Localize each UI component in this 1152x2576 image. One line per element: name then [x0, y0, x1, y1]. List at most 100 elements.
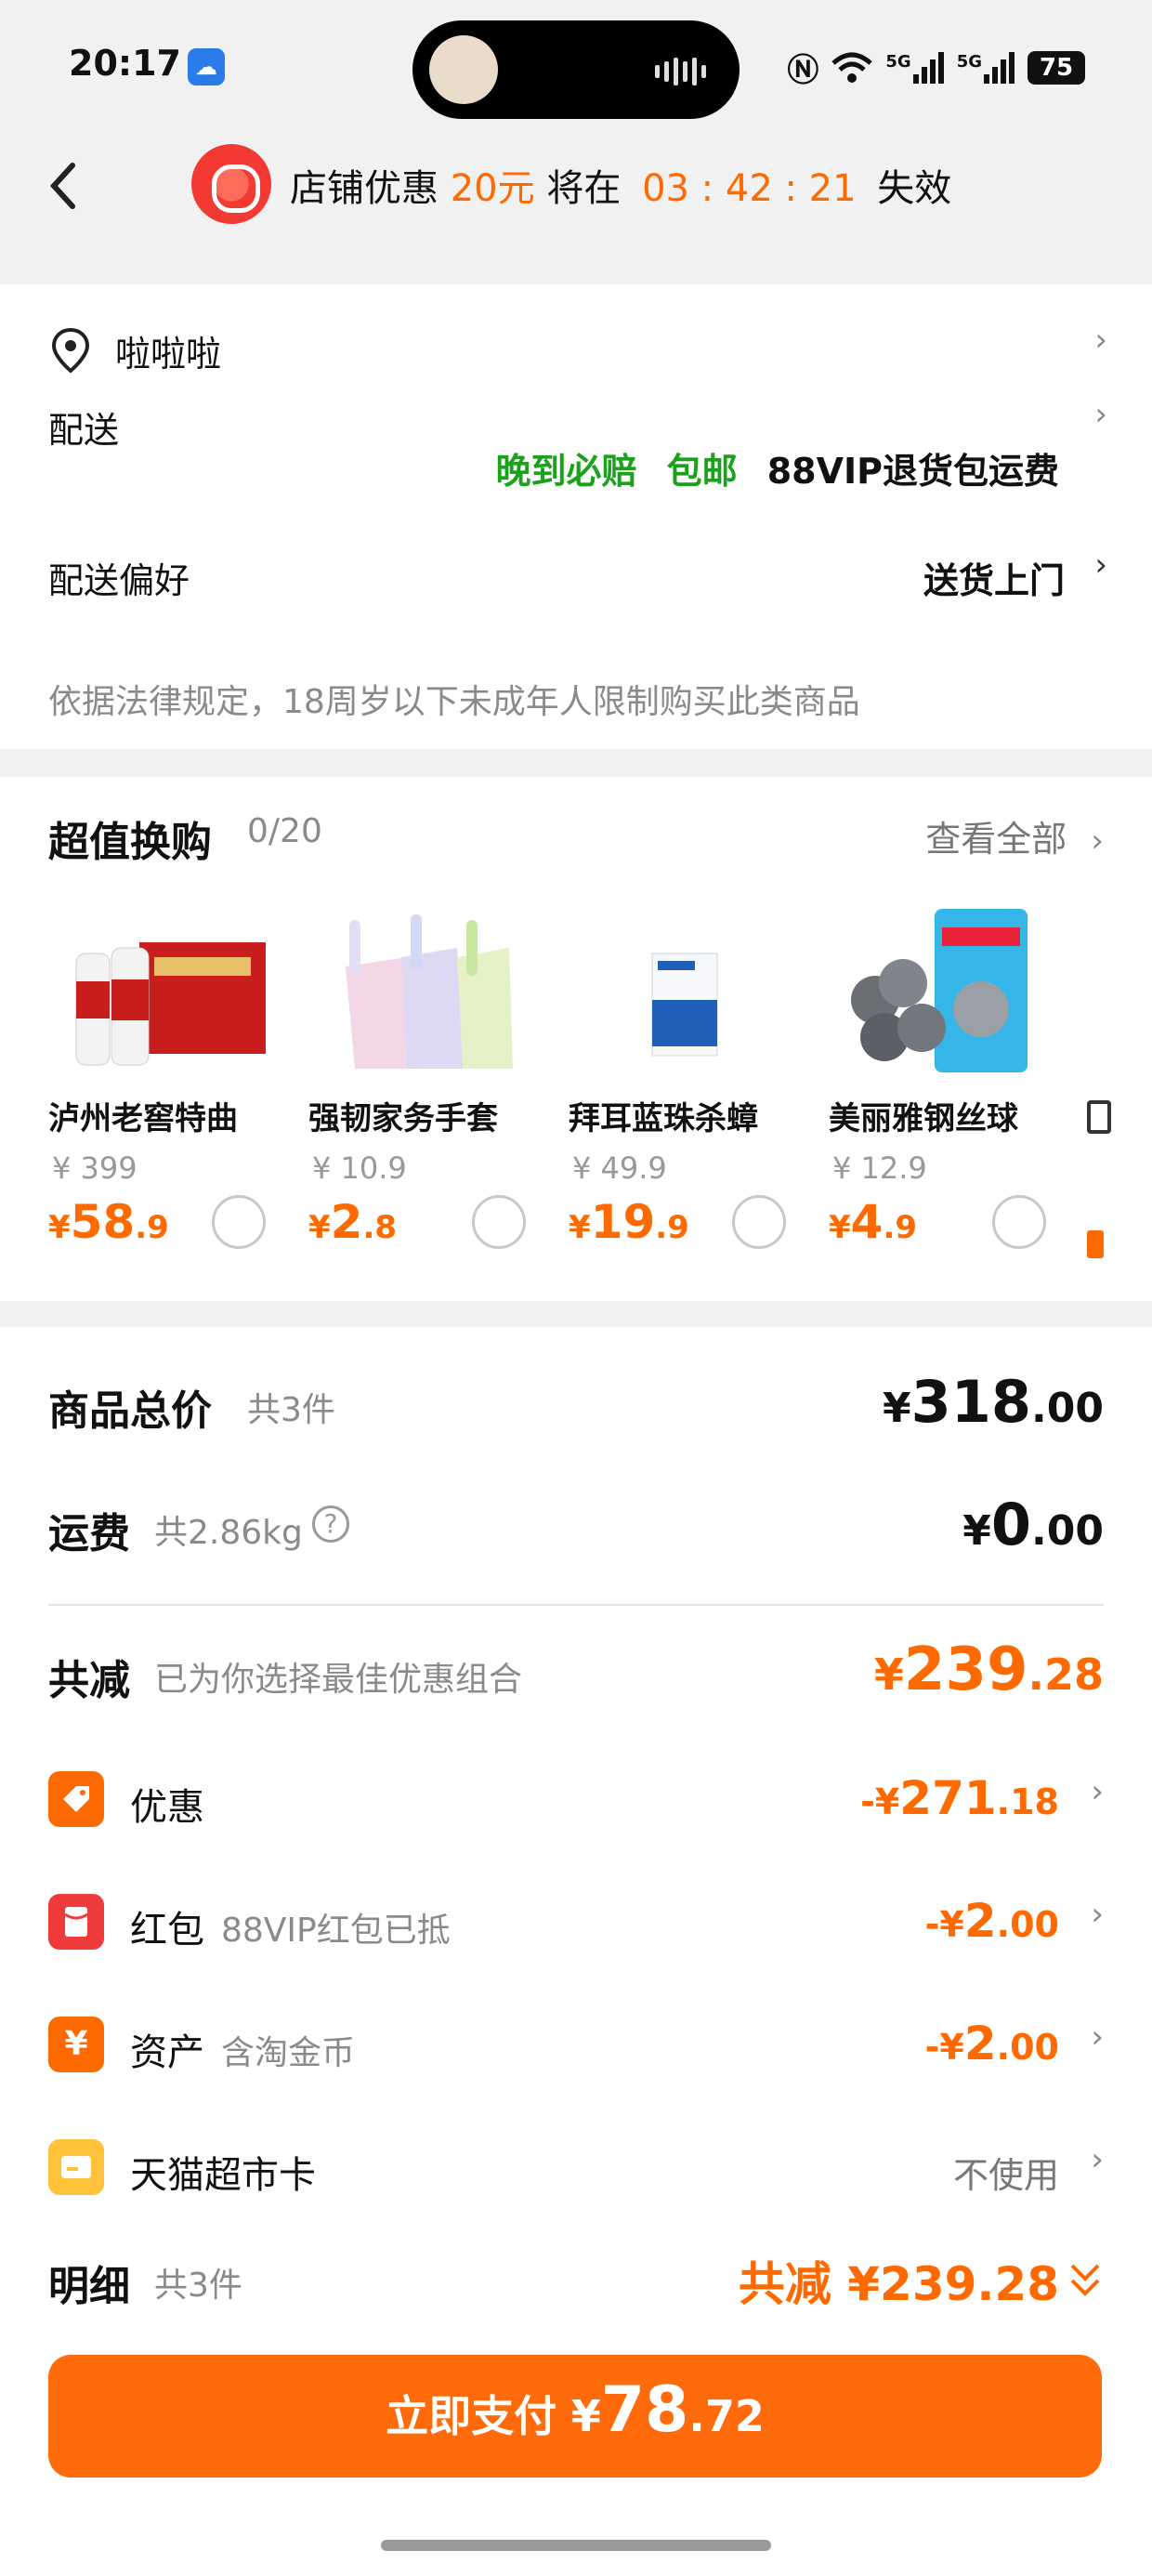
amount-prefix: -¥ [924, 1904, 964, 1945]
discount-label: 资产 [130, 2031, 204, 2074]
reduction-label: 共减 [48, 1657, 130, 1704]
audio-wave-icon [655, 58, 706, 85]
preference-value: 送货上门 [923, 560, 1065, 601]
gloves-product-image [346, 914, 513, 1069]
status-time: 20:17 [69, 43, 181, 84]
item-exchange-price: ¥58.9 [48, 1195, 169, 1249]
item-exchange-price: ¥2.8 [308, 1195, 397, 1249]
total-label: 商品总价 [48, 1387, 212, 1435]
home-indicator[interactable] [381, 2540, 771, 2551]
price-integer: 4 [850, 1195, 884, 1249]
price-decimal: .9 [655, 1209, 689, 1246]
price-currency: ¥ [48, 1209, 71, 1246]
battery-level: 75 [1028, 50, 1085, 85]
total-reduction-row: 共减 已为你选择最佳优惠组合 ¥239.28 [48, 1636, 1104, 1708]
signal-icon-1: 5G [885, 51, 944, 84]
pest-bait-product-image [651, 953, 718, 1057]
discount-note: 含淘金币 [221, 2034, 356, 2072]
item-name: 泸州老窖特曲 [48, 1100, 238, 1137]
amount-decimal: .00 [996, 2027, 1059, 2068]
shipping-currency: ¥ [962, 1507, 991, 1555]
detail-row[interactable]: 明细 共3件 共减 ¥239.28 [48, 2247, 1104, 2318]
chevron-right-icon: › [1094, 546, 1107, 584]
exchange-item-partial[interactable] [1087, 1093, 1152, 1279]
discount-label: 天猫超市卡 [130, 2154, 316, 2197]
pay-now-button[interactable]: 立即支付 ¥78.72 [48, 2355, 1102, 2477]
price-integer: 2 [330, 1195, 363, 1249]
chevron-right-icon: › [1091, 2141, 1104, 2178]
discount-note: 88VIP红包已抵 [221, 1912, 451, 1950]
discount-amount: -¥271.18 [860, 1771, 1059, 1825]
tag-icon [48, 1771, 104, 1827]
discount-row-tmall-card[interactable]: 天猫超市卡 不使用 › [48, 2136, 1104, 2201]
exchange-card: 超值换购 0/20 查看全部 › 泸州老窖特曲 ¥ 399 ¥58.9 强韧家务… [0, 777, 1152, 1301]
amount-prefix: -¥ [924, 2027, 964, 2068]
discount-amount: -¥2.00 [925, 1894, 1059, 1948]
item-exchange-price: ¥19.9 [569, 1195, 689, 1249]
select-radio[interactable] [732, 1195, 786, 1249]
item-original-price: ¥ 12.9 [832, 1150, 927, 1186]
item-original-price: ¥ 399 [52, 1150, 137, 1186]
shipping-label: 运费 [48, 1510, 130, 1557]
banner-amount: 20元 [450, 167, 535, 210]
discount-row-assets[interactable]: ¥ 资产 含淘金币 -¥2.00 › [48, 2013, 1104, 2078]
tag-88vip-return: 88VIP退货包运费 [766, 451, 1059, 492]
reduction-note: 已为你选择最佳优惠组合 [154, 1661, 523, 1699]
location-pin-icon [51, 327, 90, 374]
banner-prefix: 店铺优惠 [290, 167, 439, 210]
discount-amount: -¥2.00 [925, 2017, 1059, 2070]
exchange-item[interactable]: 拜耳蓝珠杀蟑 ¥ 49.9 ¥19.9 [569, 907, 810, 1279]
pay-currency: ¥ [570, 2391, 601, 2441]
detail-label: 明细 [48, 2263, 130, 2310]
address-row[interactable]: 啦啦啦 › [48, 322, 1107, 377]
reduction-currency: ¥ [873, 1649, 904, 1700]
exchange-item[interactable]: 泸州老窖特曲 ¥ 399 ¥58.9 [48, 907, 290, 1279]
price-integer: 58 [70, 1195, 136, 1249]
price-decimal: .9 [135, 1209, 169, 1246]
network-type-1: 5G [885, 51, 911, 72]
island-avatar [429, 35, 498, 104]
exchange-item[interactable]: 美丽雅钢丝球 ¥ 12.9 ¥4.9 [829, 907, 1070, 1279]
banner-middle: 将在 [546, 167, 622, 210]
shipping-weight: 共2.86kg [154, 1514, 303, 1552]
price-currency: ¥ [829, 1209, 851, 1246]
discount-label: 红包 [130, 1909, 204, 1952]
discount-row-promotion[interactable]: 优惠 -¥271.18 › [48, 1768, 1104, 1833]
select-radio[interactable] [212, 1195, 266, 1249]
network-type-2: 5G [956, 51, 982, 72]
countdown-timer: 03 : 42 : 21 [642, 167, 857, 210]
discount-label: 优惠 [130, 1786, 204, 1829]
detail-count: 共3件 [154, 2267, 242, 2305]
exchange-item[interactable]: 强韧家务手套 ¥ 10.9 ¥2.8 [308, 907, 550, 1279]
chevron-left-icon [49, 163, 75, 209]
discount-row-red-packet[interactable]: 红包 88VIP红包已抵 -¥2.00 › [48, 1890, 1104, 1955]
liquor-product-image [75, 942, 266, 1066]
delivery-row[interactable]: 配送 › 晚到必赔 包邮 88VIP退货包运费 [48, 396, 1107, 498]
chevron-right-icon: › [1094, 322, 1107, 359]
chevron-right-icon: › [1091, 1773, 1104, 1810]
detail-reduction: 共减 ¥239.28 [738, 2257, 1059, 2311]
partial-price-mark [1087, 1230, 1104, 1258]
exchange-count: 0/20 [247, 812, 322, 850]
delivery-preference-row[interactable]: 配送偏好 送货上门 › [48, 546, 1107, 604]
address-name: 啦啦啦 [115, 334, 222, 375]
view-all-link[interactable]: 查看全部 › [925, 810, 1104, 861]
banner-suffix: 失效 [877, 167, 952, 210]
amount-integer: 271 [899, 1771, 997, 1825]
price-currency: ¥ [569, 1209, 591, 1246]
select-radio[interactable] [472, 1195, 526, 1249]
help-icon[interactable]: ? [312, 1505, 349, 1543]
pay-decimal: .72 [688, 2391, 765, 2441]
steel-wool-product-image [851, 909, 1028, 1072]
shipping-decimal: .00 [1031, 1507, 1104, 1555]
age-restriction-notice: 依据法律规定，18周岁以下未成年人限制购买此类商品 [48, 683, 860, 721]
preference-label: 配送偏好 [48, 560, 190, 601]
item-original-price: ¥ 10.9 [312, 1150, 407, 1186]
chevron-right-icon: › [1091, 2018, 1104, 2056]
item-name: 美丽雅钢丝球 [829, 1100, 1018, 1137]
reduction-integer: 239 [903, 1636, 1028, 1704]
back-button[interactable] [37, 149, 93, 223]
price-decimal: .8 [362, 1209, 398, 1246]
select-radio[interactable] [992, 1195, 1046, 1249]
price-integer: 19 [590, 1195, 656, 1249]
